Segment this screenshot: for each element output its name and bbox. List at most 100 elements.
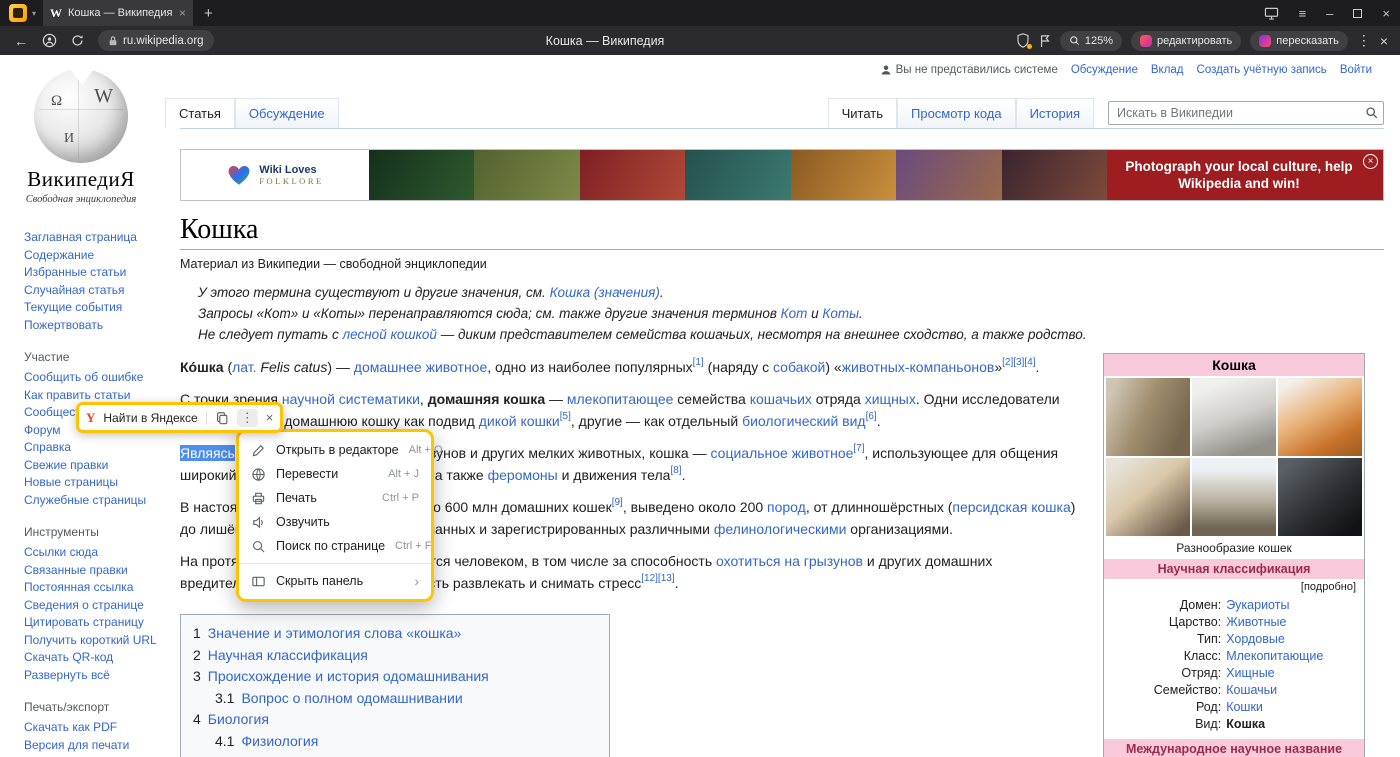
wiki-link[interactable]: лесной кошкой xyxy=(343,327,437,342)
wiki-link[interactable]: собакой xyxy=(773,359,825,375)
back-icon[interactable]: ← xyxy=(14,33,28,49)
classification-header[interactable]: Научная классификация xyxy=(1104,559,1364,579)
sidebar-link[interactable]: Новые страницы xyxy=(24,474,158,492)
user-status[interactable]: Вы не представились системе xyxy=(880,64,1058,76)
menu-item[interactable]: Озвучить xyxy=(239,510,431,534)
toc-link[interactable]: Происхождение и история одомашнивания xyxy=(208,666,489,688)
sidebar-link[interactable]: Версия для печати xyxy=(24,737,158,755)
toc-item[interactable]: 4.2Анатомия xyxy=(193,752,591,757)
toc-item[interactable]: 3.1Вопрос о полном одомашнивании xyxy=(193,688,591,710)
browser-tab[interactable]: W Кошка — Википедия × xyxy=(43,0,193,26)
sidebar-link[interactable]: Сообщить об ошибке xyxy=(24,369,158,387)
toc-item[interactable]: 1Значение и этимология слова «кошка» xyxy=(193,623,591,645)
more-icon[interactable]: ⋮ xyxy=(1357,32,1371,49)
wiki-link[interactable]: Кошка (значения) xyxy=(550,285,660,300)
menu-item[interactable]: Открыть в редактореAlt + O xyxy=(239,438,431,462)
tab-list-chevron-icon[interactable]: ▾ xyxy=(32,9,36,18)
address-bar[interactable]: ru.wikipedia.org xyxy=(98,30,214,51)
reference-link[interactable]: [12][13] xyxy=(641,573,674,584)
maximize-button[interactable] xyxy=(1353,9,1362,18)
wiki-link[interactable]: хищных xyxy=(865,391,916,407)
wiki-link[interactable]: млекопитающее xyxy=(567,391,674,407)
sidebar-link[interactable]: Развернуть всё xyxy=(24,667,158,685)
protect-icon[interactable] xyxy=(1016,33,1030,48)
sidebar-link[interactable]: Постоянная ссылка xyxy=(24,579,158,597)
sidebar-link[interactable]: Случайная статья xyxy=(24,282,158,300)
wiki-link[interactable]: научной систематики xyxy=(282,391,420,407)
wiki-link[interactable]: Коты xyxy=(822,306,859,321)
sidebar-link[interactable]: Служебные страницы xyxy=(24,492,158,510)
sidebar-link[interactable]: Текущие события xyxy=(24,299,158,317)
sidebar-link[interactable]: Избранные статьи xyxy=(24,264,158,282)
page-tab[interactable]: Обсуждение xyxy=(235,98,339,128)
close-button[interactable]: × xyxy=(1382,6,1390,21)
toc-item[interactable]: 2Научная классификация xyxy=(193,645,591,667)
wiki-link[interactable]: кошачьих xyxy=(750,391,812,407)
reference-link[interactable]: [8] xyxy=(670,465,681,476)
toc-link[interactable]: Биология xyxy=(208,709,269,731)
toc-item[interactable]: 3Происхождение и история одомашнивания xyxy=(193,666,591,688)
wiki-link[interactable]: домашнее животное xyxy=(354,359,487,375)
minimize-button[interactable]: – xyxy=(1326,6,1333,21)
fundraising-banner[interactable]: Wiki Loves FOLKLORE Photograph your loca… xyxy=(180,149,1384,201)
details-link[interactable]: [подробно] xyxy=(1104,579,1364,595)
popup-close-icon[interactable]: × xyxy=(266,410,274,425)
personal-link[interactable]: Войти xyxy=(1340,64,1372,76)
toc-link[interactable]: Анатомия xyxy=(241,752,305,757)
search-icon[interactable] xyxy=(1365,106,1378,119)
sidebar-link[interactable]: Свежие правки xyxy=(24,457,158,475)
wiki-link[interactable]: фелинологическими xyxy=(714,521,847,537)
sidebar-link[interactable]: Скачать QR-код xyxy=(24,649,158,667)
sidebar-link[interactable]: Скачать как PDF xyxy=(24,719,158,737)
sidebar-link[interactable]: Пожертвовать xyxy=(24,317,158,335)
taxonomy-value[interactable]: Хордовые xyxy=(1226,631,1285,648)
sidebar-link[interactable]: Связанные правки xyxy=(24,562,158,580)
personal-link[interactable]: Вклад xyxy=(1151,64,1184,76)
wiki-link[interactable]: дикой кошки xyxy=(479,413,560,429)
wikipedia-logo[interactable]: Ω W И xyxy=(34,69,128,163)
sidebar-link[interactable]: Получить короткий URL xyxy=(24,632,158,650)
toc-link[interactable]: Физиология xyxy=(241,731,318,753)
find-in-yandex-button[interactable]: Найти в Яндексе xyxy=(103,411,197,425)
wiki-link[interactable]: животных-компаньонов xyxy=(842,359,995,375)
menu-item[interactable]: ПеревестиAlt + J xyxy=(239,462,431,486)
wiki-link[interactable]: Кот xyxy=(781,306,808,321)
toc-item[interactable]: 4Биология xyxy=(193,709,591,731)
taxonomy-value[interactable]: Животные xyxy=(1226,614,1286,631)
reload-icon[interactable] xyxy=(71,34,84,47)
view-tab[interactable]: История xyxy=(1016,98,1094,128)
sidebar-link[interactable]: Справка xyxy=(24,439,158,457)
navbar-close-icon[interactable]: × xyxy=(1380,33,1388,49)
wiki-link[interactable]: пород xyxy=(767,499,806,515)
page-tab[interactable]: Статья xyxy=(165,98,235,128)
menu-item-hide-panel[interactable]: Скрыть панель › xyxy=(239,569,431,593)
wiki-link[interactable]: лат. xyxy=(232,359,256,375)
banner-close-icon[interactable]: × xyxy=(1363,154,1378,169)
reference-link[interactable]: [9] xyxy=(612,497,623,508)
sidebar-link[interactable]: Заглавная страница xyxy=(24,229,158,247)
reference-link[interactable]: [7] xyxy=(853,443,864,454)
sidebar-link[interactable]: Ссылки сюда xyxy=(24,544,158,562)
personal-link[interactable]: Обсуждение xyxy=(1071,64,1138,76)
reference-link[interactable]: [5] xyxy=(560,411,571,422)
zoom-indicator[interactable]: 125% xyxy=(1060,31,1122,51)
reference-link[interactable]: [2][3][4] xyxy=(1002,357,1035,368)
popup-more-icon[interactable]: ⋮ xyxy=(237,409,258,427)
toc-link[interactable]: Вопрос о полном одомашнивании xyxy=(241,688,462,710)
wiki-link[interactable]: феромоны xyxy=(488,467,558,483)
toc-item[interactable]: 4.1Физиология xyxy=(193,731,591,753)
edit-page-button[interactable]: редактировать xyxy=(1131,31,1241,51)
browser-app-icon[interactable] xyxy=(9,4,27,22)
taxonomy-value[interactable]: Кошки xyxy=(1226,699,1263,716)
personal-link[interactable]: Создать учётную запись xyxy=(1197,64,1327,76)
menu-item[interactable]: ПечатьCtrl + P xyxy=(239,486,431,510)
retell-button[interactable]: пересказать xyxy=(1250,31,1348,51)
toc-link[interactable]: Значение и этимология слова «кошка» xyxy=(208,623,462,645)
wiki-link[interactable]: охотиться на грызунов xyxy=(716,553,863,569)
sidebar-link[interactable]: Содержание xyxy=(24,247,158,265)
wikipedia-wordmark[interactable]: ВикипедиЯ xyxy=(0,167,162,192)
profile-icon[interactable] xyxy=(42,33,57,48)
reference-link[interactable]: [6] xyxy=(866,411,877,422)
search-input[interactable] xyxy=(1108,101,1384,125)
reference-link[interactable]: [1] xyxy=(693,357,704,368)
